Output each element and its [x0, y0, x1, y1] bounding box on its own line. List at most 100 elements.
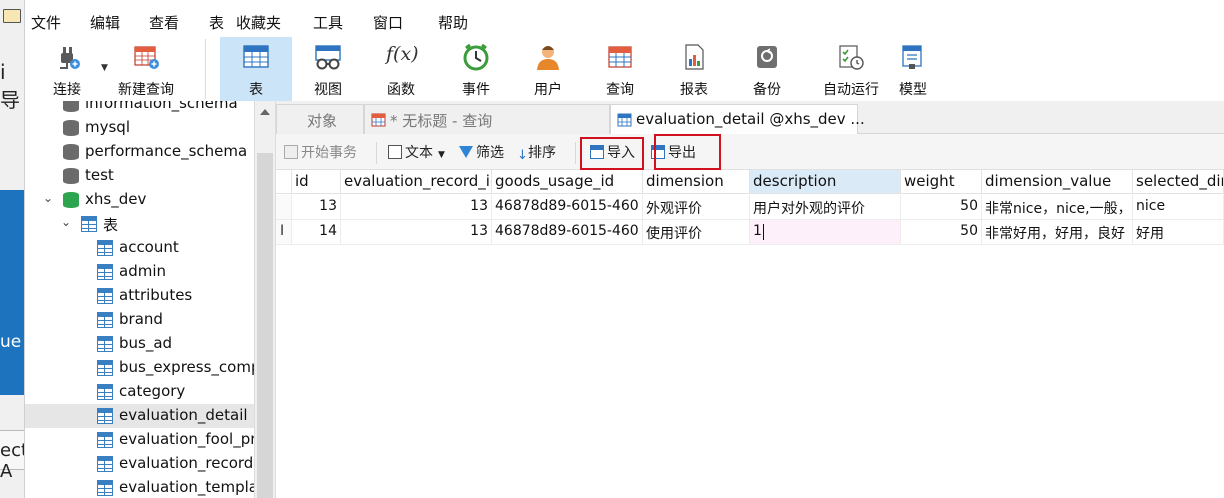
scroll-up-icon[interactable] [260, 109, 270, 115]
views-button[interactable]: 视图 [297, 37, 359, 101]
table-cell[interactable]: 50 [901, 195, 982, 220]
table-cell[interactable]: 46878d89-6015-460 [492, 220, 643, 245]
tree-table-item[interactable]: account [25, 236, 254, 260]
tree-table-item[interactable]: attributes [25, 284, 254, 308]
table-icon [617, 113, 632, 127]
highlight-box-import [580, 137, 644, 170]
plug-icon [60, 47, 80, 69]
chevron-down-icon[interactable]: ▼ [101, 63, 108, 73]
users-button[interactable]: 用户 [517, 37, 579, 101]
tab-bar: 对象 * 无标题 - 查询 evaluation_detail @xhs_dev… [276, 101, 1224, 135]
row-indicator[interactable] [276, 195, 292, 220]
chevron-down-icon[interactable]: ⌄ [43, 191, 53, 205]
column-header-dimension-value[interactable]: dimension_value [982, 170, 1133, 194]
column-header-weight[interactable]: weight [901, 170, 982, 194]
column-header-evaluation-record-id[interactable]: evaluation_record_ic [341, 170, 492, 194]
tree-table-item[interactable]: bus_express_comp [25, 356, 254, 380]
text-view-button[interactable]: 文本 ▼ [388, 142, 445, 164]
column-header-description[interactable]: description [750, 170, 901, 194]
table-cell[interactable]: 非常好用，好用，良好 [982, 220, 1133, 245]
table-icon [97, 240, 113, 256]
tree-db-performance-schema[interactable]: performance_schema [25, 140, 254, 164]
tree-db-test[interactable]: test [25, 164, 254, 188]
menu-view[interactable]: 查看 [149, 12, 179, 33]
tree-table-item[interactable]: bus_ad [25, 332, 254, 356]
tab-untitled-query[interactable]: * 无标题 - 查询 [364, 104, 610, 134]
menu-table[interactable]: 表 [209, 12, 224, 33]
menu-edit[interactable]: 编辑 [90, 12, 120, 33]
reports-button[interactable]: 报表 [663, 37, 725, 101]
begin-transaction-button[interactable]: 开始事务 [284, 142, 357, 164]
menu-bar: 文件 编辑 查看 表 收藏夹 工具 窗口 帮助 [25, 0, 1224, 40]
database-icon [63, 192, 79, 208]
queries-button[interactable]: 查询 [589, 37, 651, 101]
table-cell[interactable]: 非常nice，nice,一般， [982, 195, 1133, 220]
tree-table-item[interactable]: brand [25, 308, 254, 332]
chevron-down-icon[interactable]: ⌄ [61, 215, 71, 229]
table-icon [97, 288, 113, 304]
filter-icon [459, 146, 473, 158]
menu-window[interactable]: 窗口 [373, 12, 403, 33]
table-cell[interactable]: 46878d89-6015-460 [492, 195, 643, 220]
table-cell[interactable]: 14 [292, 220, 341, 245]
tree-table-item[interactable]: category [25, 380, 254, 404]
tree-table-item[interactable]: evaluation_fool_pr [25, 428, 254, 452]
chevron-down-icon[interactable]: ▼ [438, 150, 445, 160]
database-icon [63, 168, 79, 184]
tables-button[interactable]: 表 [220, 37, 292, 101]
tab-objects[interactable]: 对象 [276, 104, 364, 134]
scrollbar-thumb[interactable] [257, 153, 273, 498]
models-button[interactable]: 模型 [882, 37, 944, 101]
table-cell[interactable]: nice [1133, 195, 1224, 220]
tree-db-xhs-dev[interactable]: ⌄ xhs_dev [25, 188, 254, 212]
table-cell[interactable]: 好用 [1133, 220, 1224, 245]
table-cell[interactable]: 使用评价 [643, 220, 750, 245]
tree-scrollbar[interactable] [254, 101, 276, 498]
table-cell-editing[interactable]: 1 [750, 220, 901, 245]
table-cell[interactable]: 50 [901, 220, 982, 245]
sort-button[interactable]: ↓排序 [517, 142, 556, 164]
connect-button[interactable]: 连接 [41, 37, 93, 101]
table-cell[interactable]: 13 [341, 195, 492, 220]
view-icon [315, 45, 341, 70]
column-header-dimension[interactable]: dimension [643, 170, 750, 194]
menu-tools[interactable]: 工具 [313, 12, 343, 33]
column-header-selected[interactable]: selected_dir [1133, 170, 1224, 194]
tree-table-item-selected[interactable]: evaluation_detail [25, 404, 254, 428]
tree-db-mysql[interactable]: mysql [25, 116, 254, 140]
table-icon [97, 480, 113, 496]
menu-favorites[interactable]: 收藏夹 [236, 12, 281, 33]
tab-evaluation-detail[interactable]: evaluation_detail @xhs_dev ... [610, 104, 865, 135]
table-cell[interactable]: 13 [341, 220, 492, 245]
new-query-button[interactable]: 新建查询 [113, 37, 179, 101]
tree-db-information-schema[interactable]: information_schema [25, 101, 254, 116]
table-cell[interactable]: 外观评价 [643, 195, 750, 220]
table-cell[interactable]: 用户对外观的评价 [750, 195, 901, 220]
tree-folder-tables[interactable]: ⌄ 表 [25, 212, 254, 236]
navigation-tree: information_schema mysql performance_sch… [25, 101, 254, 498]
text-cursor [763, 224, 764, 240]
events-button[interactable]: 事件 [445, 37, 507, 101]
table-icon [97, 408, 113, 424]
database-icon [63, 144, 79, 160]
column-header-id[interactable]: id [292, 170, 341, 194]
backup-button[interactable]: 备份 [736, 37, 798, 101]
row-indicator[interactable]: I [276, 220, 292, 245]
function-icon: f(x) [386, 43, 419, 65]
functions-button[interactable]: f(x) 函数 [370, 37, 432, 101]
table-cell[interactable]: 13 [292, 195, 341, 220]
table-icon [243, 45, 269, 68]
query-icon [608, 46, 632, 68]
highlight-box-export [654, 134, 721, 170]
column-header-goods-usage-id[interactable]: goods_usage_id [492, 170, 643, 194]
filter-button[interactable]: 筛选 [459, 142, 504, 164]
data-grid: id evaluation_record_ic goods_usage_id d… [276, 170, 1224, 498]
tree-table-item[interactable]: evaluation_record [25, 452, 254, 476]
tree-table-item[interactable]: admin [25, 260, 254, 284]
folder-icon [3, 9, 21, 23]
menu-file[interactable]: 文件 [31, 12, 61, 33]
table-icon [81, 216, 97, 232]
tree-table-item[interactable]: evaluation_templat [25, 476, 254, 498]
menu-help[interactable]: 帮助 [438, 12, 468, 33]
query-icon [371, 113, 386, 127]
